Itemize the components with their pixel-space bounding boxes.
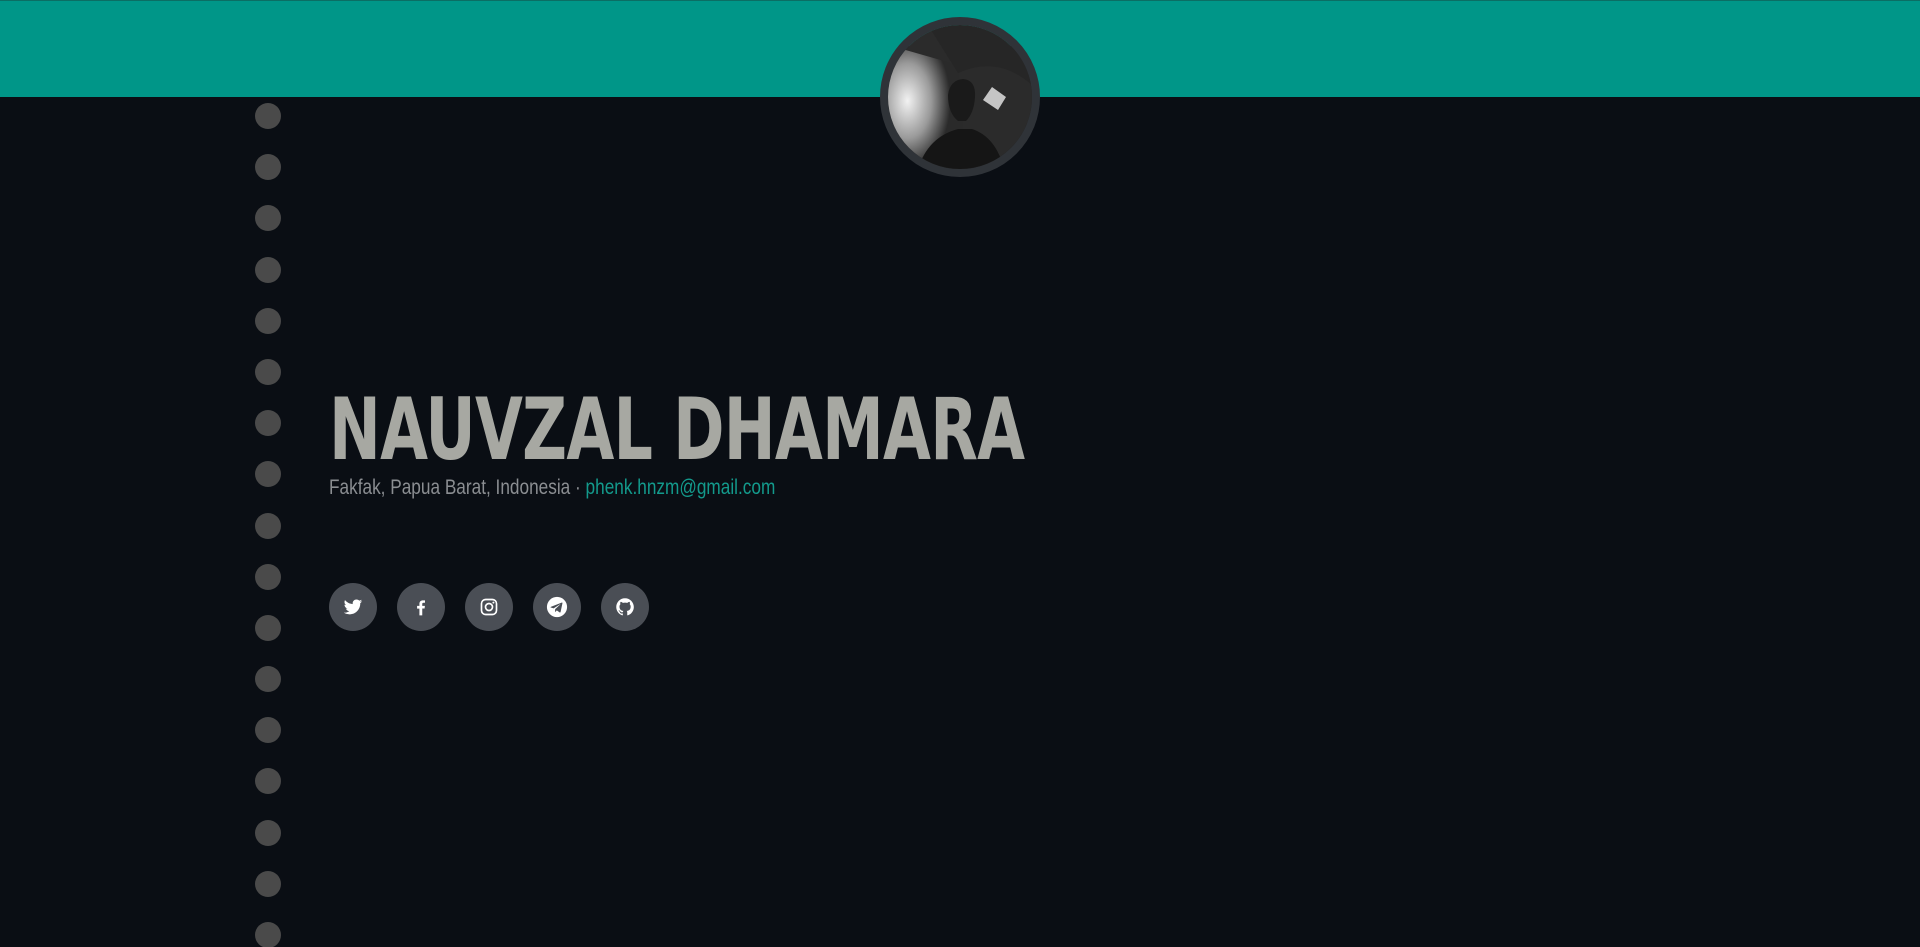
facebook-button[interactable] xyxy=(397,583,445,631)
side-nav-dot[interactable] xyxy=(255,819,281,846)
profile-content: NAUVZAL DHAMARA Fakfak, Papua Barat, Ind… xyxy=(329,385,1295,500)
side-nav-dot[interactable] xyxy=(255,922,281,947)
side-nav-dot[interactable] xyxy=(255,307,281,334)
side-nav-dot[interactable] xyxy=(255,512,281,539)
side-nav-dot[interactable] xyxy=(255,717,281,744)
side-nav-dot[interactable] xyxy=(255,256,281,283)
email-link[interactable]: phenk.hnzm@gmail.com xyxy=(586,476,776,499)
social-links xyxy=(329,583,649,631)
side-nav-dot[interactable] xyxy=(255,358,281,385)
profile-location: Fakfak, Papua Barat, Indonesia xyxy=(329,476,571,499)
side-nav-dot[interactable] xyxy=(255,205,281,232)
twitter-icon xyxy=(343,599,363,615)
profile-name: NAUVZAL DHAMARA xyxy=(329,380,1025,480)
side-nav-dot[interactable] xyxy=(255,103,281,129)
github-button[interactable] xyxy=(601,583,649,631)
side-nav-dot[interactable] xyxy=(255,563,281,590)
facebook-icon xyxy=(417,600,425,616)
side-nav-dot[interactable] xyxy=(255,614,281,641)
side-nav-dots xyxy=(255,103,281,947)
profile-avatar xyxy=(880,17,1040,177)
side-nav-dot[interactable] xyxy=(255,154,281,181)
info-separator: · xyxy=(570,476,586,499)
twitter-button[interactable] xyxy=(329,583,377,631)
side-nav-dot[interactable] xyxy=(255,666,281,693)
instagram-button[interactable] xyxy=(465,583,513,631)
side-nav-dot[interactable] xyxy=(255,410,281,437)
avatar-photo xyxy=(888,25,1032,169)
telegram-button[interactable] xyxy=(533,583,581,631)
github-icon xyxy=(616,598,634,616)
side-nav-dot[interactable] xyxy=(255,461,281,488)
profile-info: Fakfak, Papua Barat, Indonesia · phenk.h… xyxy=(329,476,1121,500)
telegram-icon xyxy=(546,596,568,618)
side-nav-dot[interactable] xyxy=(255,870,281,897)
page: NAUVZAL DHAMARA Fakfak, Papua Barat, Ind… xyxy=(0,0,1920,947)
side-nav-dot[interactable] xyxy=(255,768,281,795)
instagram-icon xyxy=(480,598,498,616)
